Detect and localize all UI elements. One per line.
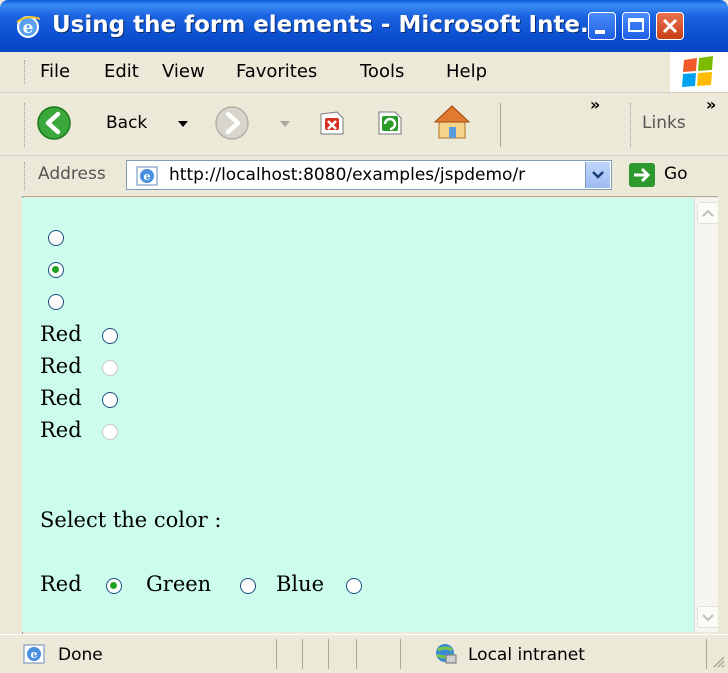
chevron-down-icon xyxy=(592,171,604,179)
close-button[interactable] xyxy=(656,12,684,40)
status-zone: Local intranet xyxy=(468,645,585,665)
svg-text:e: e xyxy=(144,170,151,183)
svg-text:e: e xyxy=(23,18,34,38)
status-pane-divider xyxy=(276,639,277,669)
radio-label: Red xyxy=(40,386,82,410)
back-dropdown-icon[interactable] xyxy=(178,121,188,127)
address-bar: Address e http://localhost:8080/examples… xyxy=(0,156,728,197)
links-chevron[interactable]: » xyxy=(706,95,716,114)
status-pane-divider xyxy=(706,639,707,669)
maximize-button[interactable] xyxy=(622,12,650,40)
window-frame-left xyxy=(0,196,23,634)
resize-grip-icon[interactable] xyxy=(710,653,726,669)
windows-logo-icon xyxy=(682,56,713,87)
window-frame-right xyxy=(718,196,728,634)
maximize-icon xyxy=(628,18,644,32)
back-button[interactable]: Back xyxy=(34,103,194,145)
links-grip xyxy=(630,103,633,147)
radio-red-3[interactable] xyxy=(102,392,118,408)
go-button[interactable]: Go xyxy=(624,160,704,190)
menu-favorites[interactable]: Favorites xyxy=(236,61,317,82)
toolbar-grip xyxy=(24,103,27,147)
window-title: Using the form elements - Microsoft Inte… xyxy=(52,12,607,38)
scroll-down-button[interactable] xyxy=(697,606,719,628)
back-arrow-icon xyxy=(37,106,71,140)
menu-view[interactable]: View xyxy=(162,61,205,82)
status-text: Done xyxy=(58,645,103,665)
menu-file[interactable]: File xyxy=(40,61,70,82)
title-bar: e Using the form elements - Microsoft In… xyxy=(0,0,728,52)
status-bar: e Done Local intranet xyxy=(0,634,728,673)
color-label-green: Green xyxy=(146,572,212,596)
globe-icon xyxy=(436,644,457,664)
radio-color-green[interactable] xyxy=(240,578,256,594)
page-content xyxy=(22,198,694,632)
address-input[interactable]: e http://localhost:8080/examples/jspdemo… xyxy=(126,160,612,190)
svg-text:e: e xyxy=(31,648,38,661)
address-url: http://localhost:8080/examples/jspdemo/r xyxy=(169,165,526,185)
radio-label: Red xyxy=(40,322,82,346)
radio-1[interactable] xyxy=(48,230,64,246)
radio-3[interactable] xyxy=(48,294,64,310)
radio-color-red[interactable] xyxy=(106,578,122,594)
address-grip xyxy=(24,162,27,190)
minimize-button[interactable] xyxy=(588,12,616,40)
chevron-down-icon xyxy=(702,614,714,622)
forward-dropdown-icon[interactable] xyxy=(280,121,290,127)
ie-page-icon: e xyxy=(136,166,158,186)
refresh-icon xyxy=(378,111,402,135)
stop-button[interactable] xyxy=(312,105,352,141)
radio-red-1[interactable] xyxy=(102,328,118,344)
menu-edit[interactable]: Edit xyxy=(104,61,139,82)
ie-page-icon: e xyxy=(23,644,45,664)
scroll-up-button[interactable] xyxy=(697,202,719,224)
toolbar-separator xyxy=(500,103,501,147)
go-label: Go xyxy=(664,164,688,184)
chevron-up-icon xyxy=(702,209,714,217)
toolbar: Back » Links » xyxy=(0,93,728,156)
home-icon xyxy=(433,105,471,139)
radio-red-4-disabled xyxy=(102,424,118,440)
go-arrow-icon xyxy=(629,163,655,187)
back-label: Back xyxy=(106,113,148,133)
color-label-red: Red xyxy=(40,572,82,596)
radio-label: Red xyxy=(40,418,82,442)
close-icon xyxy=(662,18,678,34)
color-label-blue: Blue xyxy=(276,572,325,596)
radio-2[interactable] xyxy=(48,262,64,278)
ie-icon: e xyxy=(16,16,41,38)
stop-icon xyxy=(320,111,344,135)
links-button[interactable]: Links xyxy=(642,113,686,133)
forward-arrow-icon xyxy=(215,106,249,140)
windows-logo xyxy=(670,52,728,92)
radio-color-blue[interactable] xyxy=(346,578,362,594)
forward-button[interactable] xyxy=(212,103,292,145)
status-pane-divider xyxy=(302,639,303,669)
radio-label: Red xyxy=(40,354,82,378)
home-button[interactable] xyxy=(428,101,478,145)
address-dropdown[interactable] xyxy=(585,162,610,188)
status-pane-divider xyxy=(400,639,401,669)
toolbar-chevron[interactable]: » xyxy=(590,95,600,114)
vertical-scrollbar[interactable] xyxy=(694,198,719,632)
refresh-button[interactable] xyxy=(370,105,410,141)
minimize-icon xyxy=(595,30,605,34)
status-pane-divider xyxy=(356,639,357,669)
menu-help[interactable]: Help xyxy=(446,61,487,82)
radio-red-2-disabled xyxy=(102,360,118,376)
menu-tools[interactable]: Tools xyxy=(360,61,404,82)
address-label: Address xyxy=(38,164,106,184)
status-pane-divider xyxy=(328,639,329,669)
menu-bar: File Edit View Favorites Tools Help xyxy=(0,52,728,93)
menu-grip xyxy=(24,60,27,84)
color-prompt: Select the color : xyxy=(40,508,222,532)
